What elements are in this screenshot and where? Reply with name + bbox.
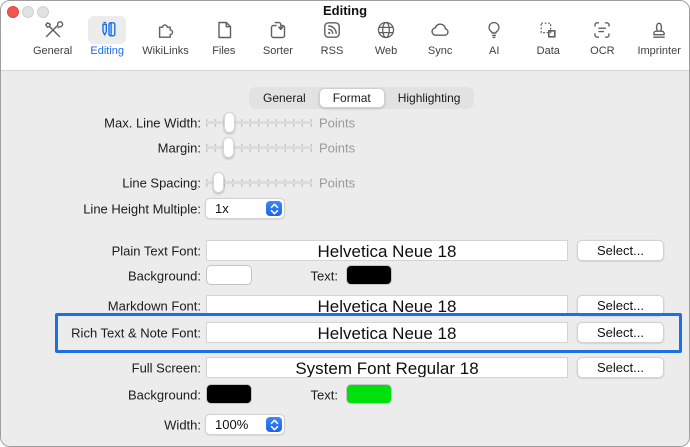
line-spacing-row: Line Spacing: Points xyxy=(1,172,689,193)
markdown-font-field: Helvetica Neue 18 xyxy=(206,295,568,316)
format-tabs: General Format Highlighting xyxy=(249,87,474,109)
toolbar-label: Editing xyxy=(90,45,124,57)
toolbar-item-rss[interactable]: RSS xyxy=(313,16,351,57)
toolbar-label: OCR xyxy=(590,45,614,57)
width-label: Width: xyxy=(1,417,201,432)
preferences-window: Editing General xyxy=(0,0,690,447)
toolbar-item-imprinter[interactable]: Imprinter xyxy=(637,16,680,57)
chevron-up-down-icon xyxy=(266,417,282,432)
text-label: Text: xyxy=(281,387,338,402)
full-screen-select-button[interactable]: Select... xyxy=(577,357,664,378)
max-line-width-row: Max. Line Width: Points xyxy=(1,112,689,133)
plain-text-font-field: Helvetica Neue 18 xyxy=(206,240,568,261)
document-icon xyxy=(205,16,243,44)
slider-thumb[interactable] xyxy=(213,172,224,193)
width-popup[interactable]: 100% xyxy=(205,414,285,435)
toolbar-item-sync[interactable]: Sync xyxy=(421,16,459,57)
background-label: Background: xyxy=(1,387,201,402)
chevron-up-down-icon xyxy=(266,201,282,216)
margin-row: Margin: Points xyxy=(1,137,689,158)
toolbar-label: Sync xyxy=(428,45,452,57)
toolbar-label: Files xyxy=(212,45,235,57)
full-screen-label: Full Screen: xyxy=(1,360,201,375)
toolbar-label: General xyxy=(33,45,72,57)
slider-track[interactable] xyxy=(206,121,312,124)
toolbar-label: Sorter xyxy=(263,45,293,57)
ocr-scan-icon xyxy=(583,16,621,44)
toolbar-item-editing[interactable]: Editing xyxy=(88,16,126,57)
lightbulb-icon xyxy=(475,16,513,44)
slider-thumb[interactable] xyxy=(224,112,235,133)
toolbar-item-ocr[interactable]: OCR xyxy=(583,16,621,57)
popup-value: 100% xyxy=(215,417,248,432)
rss-icon xyxy=(313,16,351,44)
toolbar-item-general[interactable]: General xyxy=(33,16,72,57)
data-squares-icon xyxy=(529,16,567,44)
popup-value: 1x xyxy=(215,201,229,216)
toolbar-item-wikilinks[interactable]: WikiLinks xyxy=(142,16,188,57)
markdown-font-label: Markdown Font: xyxy=(1,298,201,313)
background-color-well[interactable] xyxy=(206,384,252,404)
toolbar-items: General Editing WikiLi xyxy=(33,16,681,57)
background-color-well[interactable] xyxy=(206,265,252,285)
points-unit-label: Points xyxy=(319,140,355,155)
line-spacing-slider[interactable] xyxy=(206,172,312,193)
toolbar-label: WikiLinks xyxy=(142,45,188,57)
width-row: Width: 100% xyxy=(1,414,689,435)
preferences-content: General Format Highlighting Max. Line Wi… xyxy=(1,72,689,446)
tools-icon xyxy=(34,16,72,44)
plain-text-font-row: Plain Text Font: Helvetica Neue 18 Selec… xyxy=(1,240,689,261)
toolbar-item-data[interactable]: Data xyxy=(529,16,567,57)
rich-text-note-font-select-button[interactable]: Select... xyxy=(577,322,664,343)
background-label: Background: xyxy=(1,268,201,283)
line-height-multiple-label: Line Height Multiple: xyxy=(1,201,201,216)
full-screen-font-row: Full Screen: System Font Regular 18 Sele… xyxy=(1,357,689,378)
text-color-well[interactable] xyxy=(346,265,392,285)
markdown-font-row: Markdown Font: Helvetica Neue 18 Select.… xyxy=(1,295,689,316)
rich-text-note-font-label: Rich Text & Note Font: xyxy=(1,325,201,340)
toolbar-label: Imprinter xyxy=(637,45,680,57)
tray-arrow-icon xyxy=(259,16,297,44)
text-color-well[interactable] xyxy=(346,384,392,404)
plain-text-font-select-button[interactable]: Select... xyxy=(577,240,664,261)
toolbar-label: Web xyxy=(375,45,397,57)
toolbar-item-ai[interactable]: AI xyxy=(475,16,513,57)
plain-text-font-label: Plain Text Font: xyxy=(1,243,201,258)
toolbar-label: AI xyxy=(489,45,499,57)
titlebar-toolbar: Editing General xyxy=(1,1,689,71)
toolbar-item-sorter[interactable]: Sorter xyxy=(259,16,297,57)
line-spacing-label: Line Spacing: xyxy=(1,175,201,190)
text-label: Text: xyxy=(281,268,338,283)
full-screen-font-field: System Font Regular 18 xyxy=(206,357,568,378)
max-line-width-label: Max. Line Width: xyxy=(1,115,201,130)
max-line-width-slider[interactable] xyxy=(206,112,312,133)
stamp-icon xyxy=(640,16,678,44)
cloud-icon xyxy=(421,16,459,44)
tab-highlighting[interactable]: Highlighting xyxy=(385,88,474,108)
full-screen-colors-row: Background: Text: xyxy=(1,384,689,405)
rich-text-note-font-row: Rich Text & Note Font: Helvetica Neue 18… xyxy=(1,322,689,343)
points-unit-label: Points xyxy=(319,115,355,130)
margin-label: Margin: xyxy=(1,140,201,155)
tab-general[interactable]: General xyxy=(250,88,319,108)
pencil-panel-icon xyxy=(88,16,126,44)
toolbar-label: Data xyxy=(537,45,560,57)
slider-thumb[interactable] xyxy=(223,137,234,158)
toolbar-item-files[interactable]: Files xyxy=(205,16,243,57)
line-height-multiple-popup[interactable]: 1x xyxy=(205,198,285,219)
slider-track[interactable] xyxy=(206,146,312,149)
plain-text-colors-row: Background: Text: xyxy=(1,265,689,286)
markdown-font-select-button[interactable]: Select... xyxy=(577,295,664,316)
toolbar-label: RSS xyxy=(321,45,344,57)
tab-format[interactable]: Format xyxy=(319,88,385,108)
line-height-multiple-row: Line Height Multiple: 1x xyxy=(1,198,689,219)
globe-icon xyxy=(367,16,405,44)
puzzle-icon xyxy=(147,16,185,44)
toolbar-item-web[interactable]: Web xyxy=(367,16,405,57)
margin-slider[interactable] xyxy=(206,137,312,158)
points-unit-label: Points xyxy=(319,175,355,190)
rich-text-note-font-field: Helvetica Neue 18 xyxy=(206,322,568,343)
